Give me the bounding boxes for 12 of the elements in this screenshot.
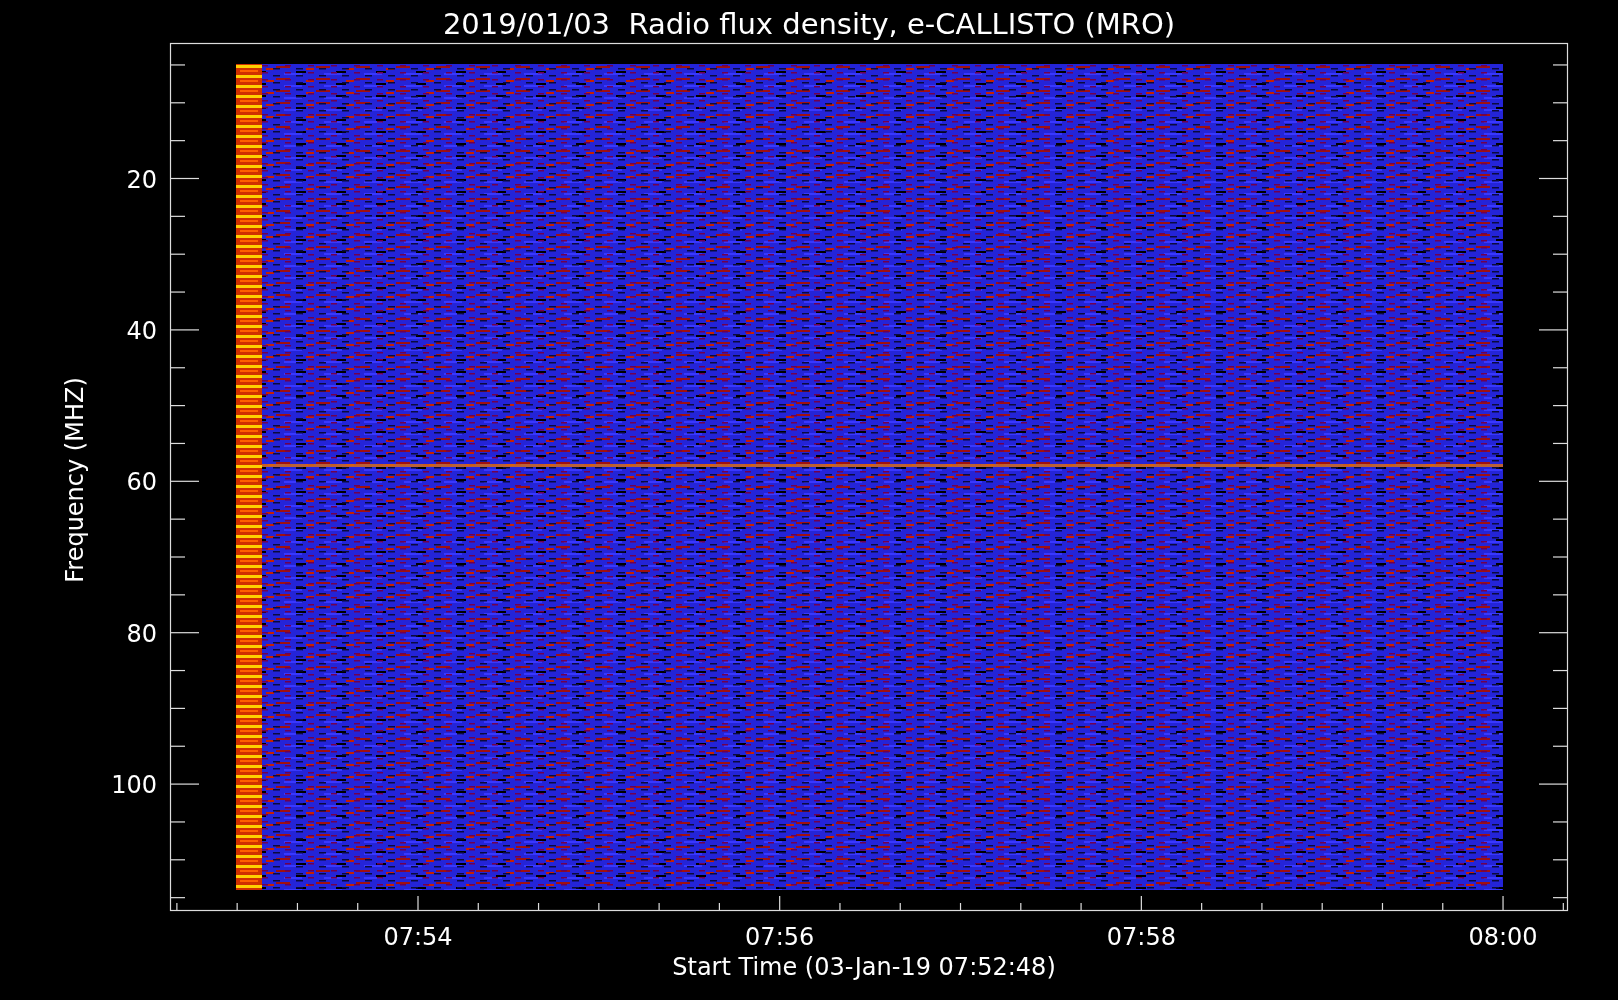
y-tick-label: 40 bbox=[126, 316, 157, 345]
y-tick-label: 20 bbox=[126, 165, 157, 194]
y-tick-label: 80 bbox=[126, 619, 157, 648]
chart-title: 2019/01/03 Radio flux density, e-CALLISTO (MRO) bbox=[442, 7, 1176, 41]
x-tick-label: 07:56 bbox=[745, 923, 815, 951]
x-tick-label: 08:00 bbox=[1468, 923, 1538, 951]
y-tick-label: 60 bbox=[126, 468, 157, 497]
x-tick-label: 07:58 bbox=[1106, 923, 1176, 951]
y-tick-label: 100 bbox=[111, 771, 157, 800]
x-tick-label: 07:54 bbox=[383, 923, 453, 951]
y-axis-label: Frequency (MHZ) bbox=[61, 377, 89, 583]
x-axis-label: Start Time (03-Jan-19 07:52:48) bbox=[672, 953, 1056, 981]
